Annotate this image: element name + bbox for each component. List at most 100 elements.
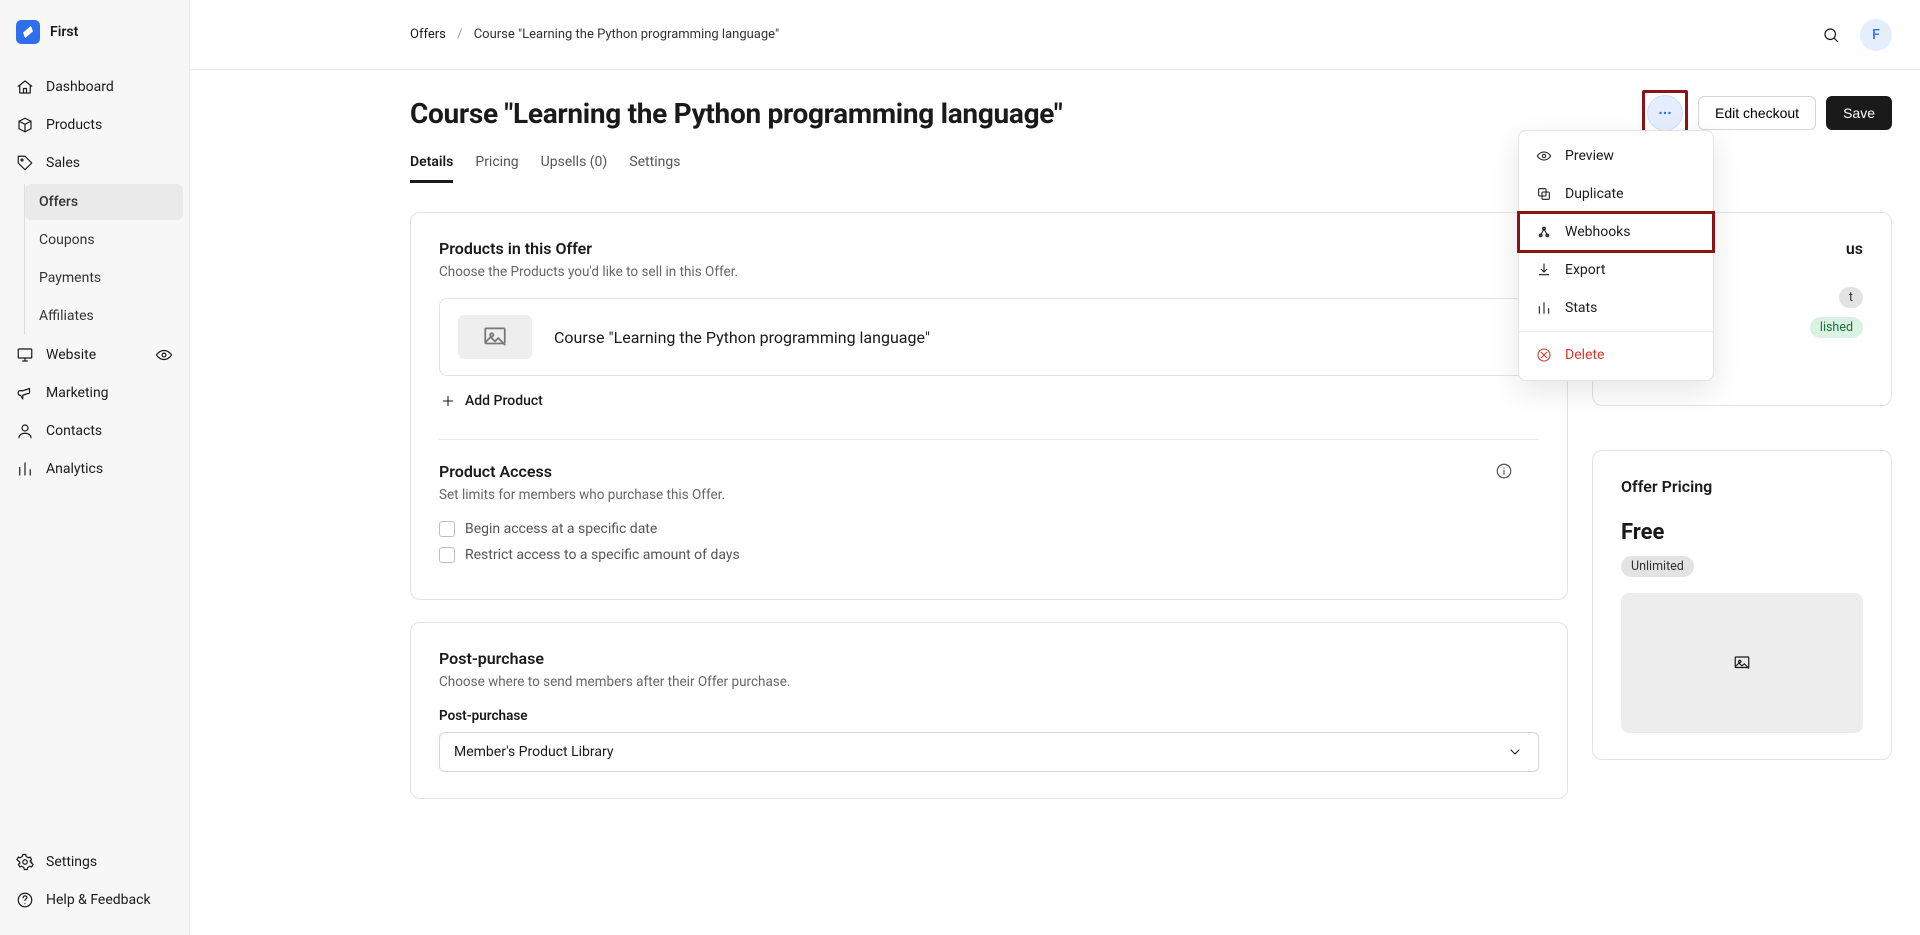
access-option-restrict-days[interactable]: Restrict access to a specific amount of …: [439, 547, 1539, 563]
user-icon: [16, 422, 34, 440]
checkbox[interactable]: [439, 547, 455, 563]
product-row[interactable]: Course "Learning the Python programming …: [439, 298, 1539, 376]
tab-pricing[interactable]: Pricing: [475, 144, 518, 183]
menu-item-delete[interactable]: Delete: [1519, 336, 1713, 374]
pricing-plan-pill: Unlimited: [1621, 556, 1694, 577]
sidebar-item-label: Analytics: [46, 461, 103, 477]
card-heading: Post-purchase: [439, 649, 1539, 668]
page-header: Course "Learning the Python programming …: [410, 90, 1892, 136]
sidebar-item-contacts[interactable]: Contacts: [0, 412, 189, 450]
add-product-label: Add Product: [465, 393, 543, 409]
avatar-initial: F: [1872, 27, 1880, 43]
menu-item-stats[interactable]: Stats: [1519, 289, 1713, 327]
tag-icon: [16, 154, 34, 172]
sidebar-item-settings[interactable]: Settings: [0, 843, 189, 881]
gear-icon: [16, 853, 34, 871]
edit-checkout-button[interactable]: Edit checkout: [1698, 96, 1816, 130]
subnav-label: Offers: [39, 194, 78, 210]
card-heading: Products in this Offer: [439, 239, 1539, 258]
home-icon: [16, 78, 34, 96]
tab-settings[interactable]: Settings: [629, 144, 680, 183]
page-actions: Edit checkout Save Preview Duplicate: [1642, 90, 1892, 136]
sidebar-item-help[interactable]: Help & Feedback: [0, 881, 189, 919]
menu-item-duplicate[interactable]: Duplicate: [1519, 175, 1713, 213]
tab-upsells[interactable]: Upsells (0): [541, 144, 608, 183]
save-button[interactable]: Save: [1826, 96, 1892, 130]
menu-label: Preview: [1565, 148, 1614, 164]
card-subtext: Set limits for members who purchase this…: [439, 487, 1539, 503]
product-title: Course "Learning the Python programming …: [554, 328, 930, 347]
search-icon[interactable]: [1822, 26, 1840, 44]
footer-label: Help & Feedback: [46, 892, 151, 908]
sidebar-nav: Dashboard Products Sales Offers Coupons …: [0, 68, 189, 837]
subnav-item-affiliates[interactable]: Affiliates: [25, 298, 183, 334]
menu-label: Stats: [1565, 300, 1597, 316]
info-icon[interactable]: [1495, 462, 1513, 480]
topbar: Offers / Course "Learning the Python pro…: [190, 0, 1920, 70]
checkbox[interactable]: [439, 521, 455, 537]
menu-item-webhooks[interactable]: Webhooks: [1519, 213, 1713, 251]
sidebar-item-website[interactable]: Website: [0, 336, 189, 374]
sidebar-item-label: Products: [46, 117, 102, 133]
breadcrumb-root[interactable]: Offers: [410, 27, 446, 42]
card-heading: Offer Pricing: [1621, 477, 1863, 496]
menu-item-export[interactable]: Export: [1519, 251, 1713, 289]
tab-details[interactable]: Details: [410, 144, 453, 183]
subnav-item-offers[interactable]: Offers: [25, 184, 183, 220]
brand[interactable]: First: [0, 10, 189, 68]
menu-label: Duplicate: [1565, 186, 1624, 202]
sidebar-footer: Settings Help & Feedback: [0, 837, 189, 925]
menu-item-preview[interactable]: Preview: [1519, 137, 1713, 175]
sales-subnav: Offers Coupons Payments Affiliates: [24, 184, 189, 334]
sidebar-item-marketing[interactable]: Marketing: [0, 374, 189, 412]
add-product-button[interactable]: Add Product: [439, 392, 543, 410]
post-purchase-select[interactable]: Member's Product Library: [439, 732, 1539, 772]
subnav-item-coupons[interactable]: Coupons: [25, 222, 183, 258]
subnav-label: Coupons: [39, 232, 95, 248]
subnav-label: Affiliates: [39, 308, 94, 324]
sidebar-item-dashboard[interactable]: Dashboard: [0, 68, 189, 106]
box-icon: [16, 116, 34, 134]
sidebar-item-analytics[interactable]: Analytics: [0, 450, 189, 488]
main-region: Offers / Course "Learning the Python pro…: [190, 0, 1920, 935]
menu-label: Delete: [1565, 347, 1604, 363]
sidebar-item-products[interactable]: Products: [0, 106, 189, 144]
subnav-item-payments[interactable]: Payments: [25, 260, 183, 296]
card-heading: Product Access: [439, 462, 1539, 481]
status-draft-pill: t: [1839, 287, 1863, 308]
breadcrumb-separator: /: [457, 27, 462, 42]
help-icon: [16, 891, 34, 909]
breadcrumb: Offers / Course "Learning the Python pro…: [410, 27, 779, 42]
offer-image-placeholder: [1621, 593, 1863, 733]
footer-label: Settings: [46, 854, 97, 870]
image-placeholder-icon: [1733, 654, 1751, 672]
card-subtext: Choose the Products you'd like to sell i…: [439, 264, 1539, 280]
access-option-begin-date[interactable]: Begin access at a specific date: [439, 521, 1539, 537]
offer-pricing-card: Offer Pricing Free Unlimited: [1592, 450, 1892, 760]
page-title: Course "Learning the Python programming …: [410, 97, 1063, 130]
sidebar-item-label: Dashboard: [46, 79, 114, 95]
stats-icon: [1535, 299, 1553, 317]
copy-icon: [1535, 185, 1553, 203]
sidebar: First Dashboard Products Sales Offers Co…: [0, 0, 190, 935]
option-label: Restrict access to a specific amount of …: [465, 547, 740, 563]
eye-icon[interactable]: [155, 346, 173, 364]
sidebar-item-label: Contacts: [46, 423, 102, 439]
sidebar-item-sales[interactable]: Sales: [0, 144, 189, 182]
option-label: Begin access at a specific date: [465, 521, 657, 537]
breadcrumb-current: Course "Learning the Python programming …: [474, 27, 779, 42]
product-access-section: Product Access Set limits for members wh…: [439, 462, 1539, 563]
divider: [439, 439, 1539, 440]
products-card: Products in this Offer Choose the Produc…: [410, 212, 1568, 600]
left-column: Products in this Offer Choose the Produc…: [410, 212, 1568, 799]
ellipsis-icon: [1656, 104, 1674, 122]
sidebar-item-label: Marketing: [46, 385, 109, 401]
avatar[interactable]: F: [1860, 19, 1892, 51]
subnav-label: Payments: [39, 270, 101, 286]
price-value: Free: [1621, 520, 1863, 545]
post-purchase-card: Post-purchase Choose where to send membe…: [410, 622, 1568, 799]
more-actions-button[interactable]: [1647, 95, 1683, 131]
topbar-actions: F: [1822, 19, 1892, 51]
webhook-icon: [1535, 223, 1553, 241]
brand-name: First: [50, 24, 78, 40]
